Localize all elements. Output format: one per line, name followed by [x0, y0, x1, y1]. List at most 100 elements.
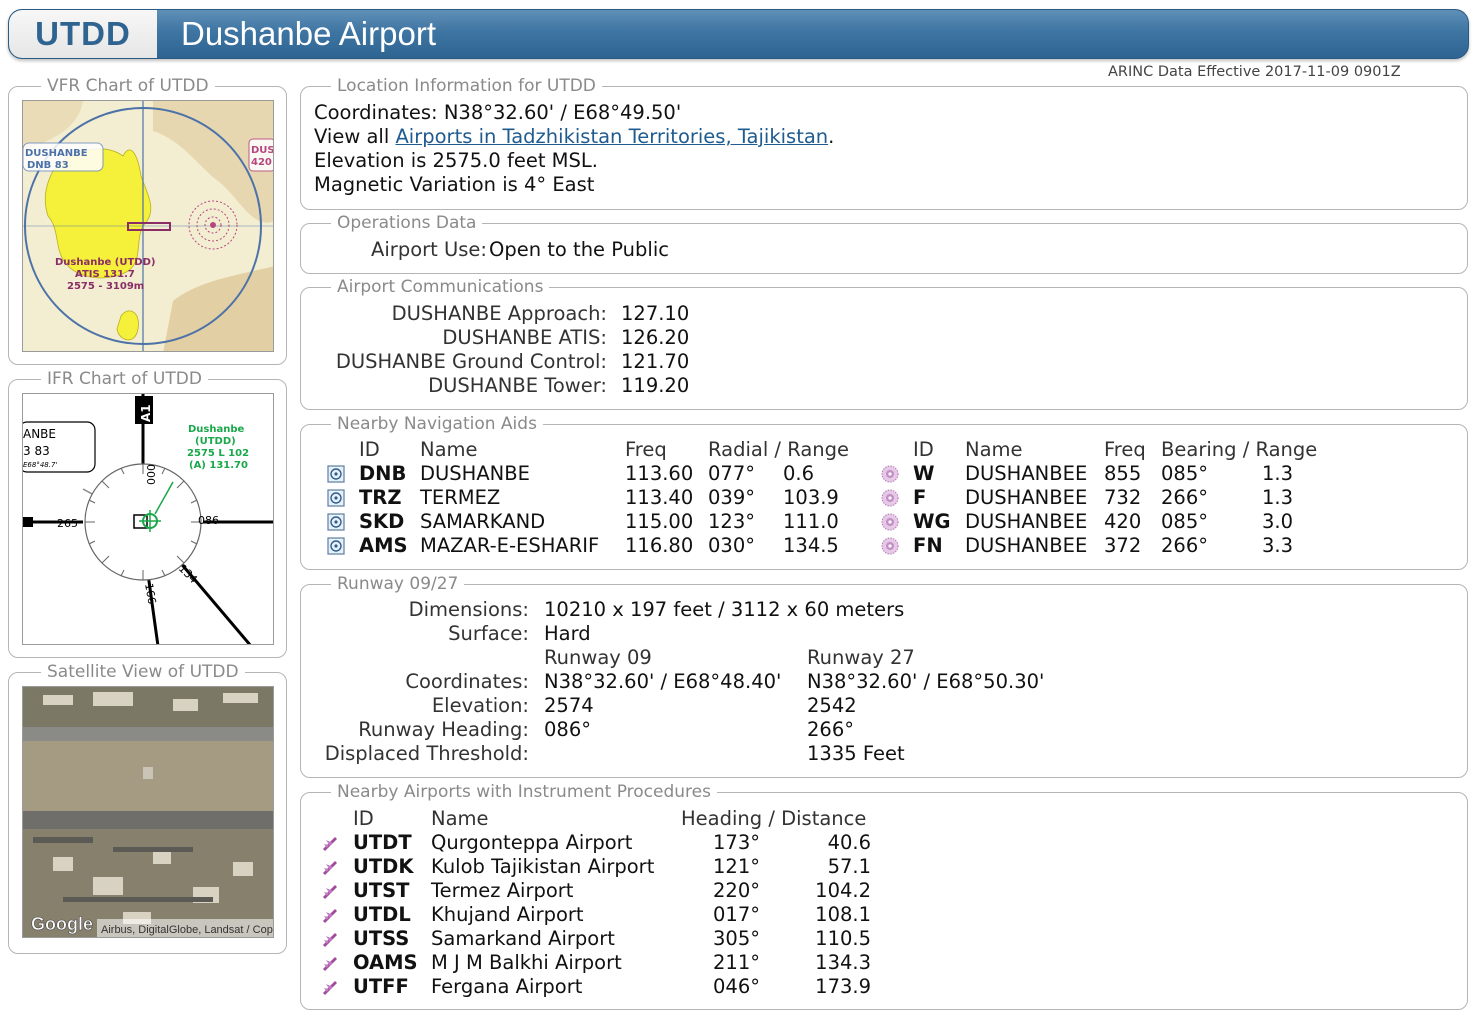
- ndb-icon: [881, 513, 899, 531]
- ndb-row[interactable]: W DUSHANBEE 855 085° 1.3: [876, 462, 1356, 486]
- ndb-id: W: [913, 462, 935, 485]
- runway-end-27-header: Runway 27: [807, 646, 915, 669]
- vor-radial: 123°: [708, 510, 755, 533]
- nearby-airport-row[interactable]: UTST Termez Airport 220° 104.2: [301, 879, 921, 903]
- ndb-freq: 372: [1104, 534, 1142, 557]
- runway-27-coordinates: N38°32.60' / E68°50.30': [807, 670, 1045, 693]
- nearby-airport-id: UTDT: [353, 831, 412, 854]
- nearby-airport-id: UTSS: [353, 927, 410, 950]
- nearby-airport-name: Qurgonteppa Airport: [431, 831, 633, 854]
- vor-id: AMS: [359, 534, 408, 557]
- ndb-bearing: 266°: [1161, 486, 1208, 509]
- vor-freq: 115.00: [625, 510, 694, 533]
- nearby-id-header: ID: [353, 807, 374, 830]
- nearby-airport-row[interactable]: UTDK Kulob Tajikistan Airport 121° 57.1: [301, 855, 921, 879]
- nearby-airport-heading: 220°: [713, 879, 760, 902]
- vor-name: TERMEZ: [420, 486, 501, 509]
- nearby-airport-row[interactable]: UTFF Fergana Airport 046° 173.9: [301, 975, 921, 999]
- ifr-chart-legend: IFR Chart of UTDD: [41, 369, 208, 389]
- coordinates-value: N38°32.60' / E68°49.50': [443, 101, 682, 124]
- ifr-chart-panel: IFR Chart of UTDD A1 ANBE 3 83 E68°48.7'…: [8, 369, 287, 658]
- runway-coordinates-label: Coordinates:: [405, 670, 529, 693]
- ifr-label: Dushanbe: [188, 424, 245, 435]
- comm-label: DUSHANBE ATIS:: [442, 326, 607, 349]
- view-all-row: View all Airports in Tadzhikistan Territ…: [314, 125, 834, 149]
- comm-frequency: 126.20: [621, 326, 690, 349]
- airport-use-value: Open to the Public: [489, 238, 669, 261]
- nearby-airport-row[interactable]: OAMS M J M Balkhi Airport 211° 134.3: [301, 951, 921, 975]
- airport-icon: [321, 930, 339, 948]
- runway-dimensions-label: Dimensions:: [408, 598, 529, 621]
- nearby-airport-distance: 108.1: [815, 903, 871, 926]
- comm-label: DUSHANBE Approach:: [391, 302, 607, 325]
- vor-radial-range-header: Radial / Range: [708, 438, 850, 461]
- vor-icon: [327, 537, 345, 555]
- runway-27-displaced-threshold: 1335 Feet: [807, 742, 905, 765]
- operations-legend: Operations Data: [331, 213, 483, 233]
- nearby-airport-heading: 046°: [713, 975, 760, 998]
- satellite-view-legend: Satellite View of UTDD: [41, 662, 245, 682]
- comm-label: DUSHANBE Tower:: [428, 374, 607, 397]
- ndb-icon: [881, 537, 899, 555]
- vor-id-header: ID: [359, 438, 380, 461]
- nearby-airport-row[interactable]: UTDT Qurgonteppa Airport 173° 40.6: [301, 831, 921, 855]
- vor-radial: 039°: [708, 486, 755, 509]
- vfr-label: ATIS 131.7: [75, 269, 135, 280]
- nearby-airport-id: UTDK: [353, 855, 414, 878]
- imagery-credit: Airbus, DigitalGlobe, Landsat / Copernic…: [101, 924, 274, 936]
- nearby-airports-panel: Nearby Airports with Instrument Procedur…: [300, 782, 1468, 1010]
- vfr-chart-panel: VFR Chart of UTDD DUSHANBE DNB 83 DUS 42…: [8, 76, 287, 365]
- ndb-row[interactable]: F DUSHANBEE 732 266° 1.3: [876, 486, 1356, 510]
- airport-icon: [321, 978, 339, 996]
- nearby-airport-row[interactable]: UTDL Khujand Airport 017° 108.1: [301, 903, 921, 927]
- ifr-chart-image[interactable]: A1 ANBE 3 83 E68°48.7' Dushanbe (UTDD) 2…: [22, 393, 274, 645]
- country-airports-link[interactable]: Airports in Tadzhikistan Territories, Ta…: [395, 125, 828, 148]
- vfr-label: 2575 - 3109m: [67, 281, 144, 292]
- nearby-airport-name: Samarkand Airport: [431, 927, 615, 950]
- location-info-panel: Location Information for UTDD Coordinate…: [300, 76, 1468, 210]
- comm-label: DUSHANBE Ground Control:: [335, 350, 607, 373]
- ndb-row[interactable]: WG DUSHANBEE 420 085° 3.0: [876, 510, 1356, 534]
- runway-09-elevation: 2574: [544, 694, 594, 717]
- ifr-label: (A) 131.70: [189, 460, 248, 471]
- magnetic-variation-row: Magnetic Variation is 4° East: [314, 173, 595, 196]
- airport-icon: [321, 858, 339, 876]
- displaced-threshold-label: Displaced Threshold:: [324, 742, 529, 765]
- vfr-chart-image[interactable]: DUSHANBE DNB 83 DUS 420 Dushanbe (UTDD) …: [22, 100, 274, 352]
- nearby-airport-name: Kulob Tajikistan Airport: [431, 855, 655, 878]
- vor-icon: [327, 513, 345, 531]
- ndb-range: 1.3: [1262, 462, 1294, 485]
- runway-09-coordinates: N38°32.60' / E68°48.40': [544, 670, 782, 693]
- nearby-airport-name: M J M Balkhi Airport: [431, 951, 622, 974]
- vor-row[interactable]: AMS MAZAR-E-ESHARIF 116.80 030° 134.5: [301, 534, 901, 558]
- satellite-view-panel: Satellite View of UTDD Google Airbus, Di…: [8, 662, 287, 954]
- view-all-label: View all: [314, 125, 396, 148]
- runway-09-heading: 086°: [544, 718, 591, 741]
- vor-row[interactable]: SKD SAMARKAND 115.00 123° 111.0: [301, 510, 901, 534]
- ndb-freq-header: Freq: [1104, 438, 1146, 461]
- ndb-row[interactable]: FN DUSHANBEE 372 266° 3.3: [876, 534, 1356, 558]
- vor-row[interactable]: TRZ TERMEZ 113.40 039° 103.9: [301, 486, 901, 510]
- nearby-airport-name: Fergana Airport: [431, 975, 583, 998]
- nearby-airport-distance: 57.1: [827, 855, 871, 878]
- vor-freq: 116.80: [625, 534, 694, 557]
- nearby-airport-row[interactable]: UTSS Samarkand Airport 305° 110.5: [301, 927, 921, 951]
- ndb-range: 1.3: [1262, 486, 1294, 509]
- vor-row[interactable]: DNB DUSHANBE 113.60 077° 0.6: [301, 462, 901, 486]
- satellite-map: Google Airbus, DigitalGlobe, Landsat / C…: [23, 687, 274, 937]
- runway-surface-label: Surface:: [448, 622, 529, 645]
- operations-panel: Operations Data Airport Use: Open to the…: [300, 213, 1468, 274]
- airport-icon: [321, 834, 339, 852]
- vor-range: 0.6: [783, 462, 815, 485]
- vfr-label: DNB 83: [27, 160, 69, 171]
- vor-name: SAMARKAND: [420, 510, 546, 533]
- ifr-label: E68°48.7': [23, 461, 57, 469]
- ndb-name: DUSHANBEE: [965, 534, 1088, 557]
- airport-icon: [321, 954, 339, 972]
- nearby-airport-heading: 121°: [713, 855, 760, 878]
- runway-panel: Runway 09/27 Dimensions: 10210 x 197 fee…: [300, 574, 1468, 778]
- vor-id: TRZ: [359, 486, 402, 509]
- navaids-legend: Nearby Navigation Aids: [331, 414, 543, 434]
- ndb-bearing-range-header: Bearing / Range: [1161, 438, 1318, 461]
- satellite-image[interactable]: Google Airbus, DigitalGlobe, Landsat / C…: [22, 686, 274, 938]
